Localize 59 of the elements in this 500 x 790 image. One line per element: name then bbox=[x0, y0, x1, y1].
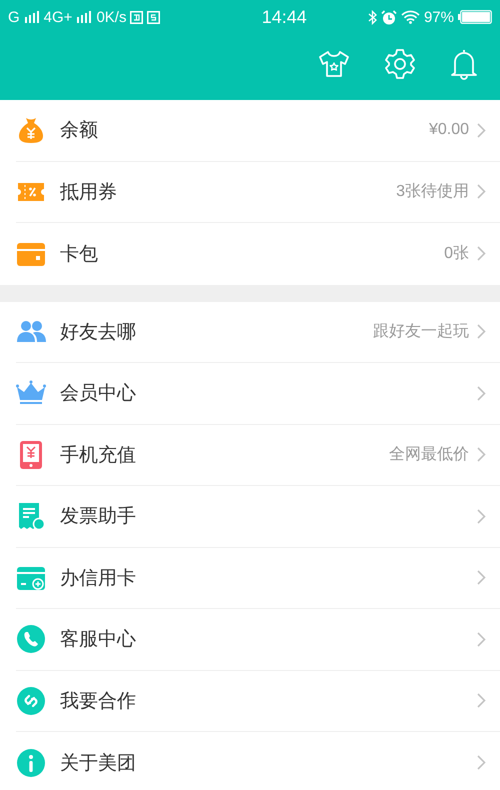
chevron-icon bbox=[477, 246, 486, 262]
menu-label: 我要合作 bbox=[60, 690, 136, 714]
carrier-text: G bbox=[8, 8, 20, 26]
notification-icon bbox=[147, 10, 160, 24]
phone-call-icon bbox=[16, 624, 46, 654]
menu-value: ¥0.00 bbox=[428, 121, 469, 140]
menu-label: 发票助手 bbox=[60, 505, 136, 530]
menu-item[interactable]: 抵用券 3张待使用 bbox=[16, 162, 500, 223]
receipt-icon bbox=[16, 501, 46, 532]
clock-text: 14:44 bbox=[260, 6, 307, 28]
menu-label: 抵用券 bbox=[60, 180, 117, 205]
signal-icon bbox=[24, 11, 40, 23]
bluetooth-icon bbox=[368, 10, 377, 24]
chevron-icon bbox=[477, 693, 486, 708]
menu-label: 余额 bbox=[60, 119, 98, 144]
battery-icon bbox=[458, 10, 492, 24]
menu-label: 好友去哪 bbox=[60, 320, 136, 345]
menu-label: 客服中心 bbox=[60, 628, 136, 652]
menu-item[interactable]: 手机充值 全网最低价 bbox=[16, 424, 500, 486]
menu-label: 办信用卡 bbox=[60, 566, 136, 591]
menu-item[interactable]: 会员中心 bbox=[16, 363, 500, 424]
menu-item[interactable]: 卡包 0张 bbox=[16, 223, 500, 284]
menu-item[interactable]: 余额 ¥0.00 bbox=[16, 100, 500, 162]
chevron-icon bbox=[477, 632, 486, 647]
chevron-icon bbox=[477, 570, 486, 586]
menu-value: 3张待使用 bbox=[396, 182, 469, 202]
money-bag-icon bbox=[16, 115, 46, 146]
menu-label: 关于美团 bbox=[60, 752, 136, 776]
chevron-icon bbox=[477, 508, 486, 524]
chevron-icon bbox=[477, 386, 486, 401]
battery-text: 97% bbox=[424, 8, 454, 26]
signal-icon bbox=[76, 11, 92, 23]
menu-item[interactable]: 客服中心 bbox=[16, 609, 500, 670]
shirt-icon[interactable] bbox=[318, 50, 350, 78]
menu-item[interactable]: 发票助手 bbox=[16, 486, 500, 548]
chevron-icon bbox=[477, 184, 486, 200]
menu-item[interactable]: 办信用卡 bbox=[16, 548, 500, 609]
carrier-text: 4G+ bbox=[44, 8, 72, 26]
chevron-icon bbox=[477, 324, 486, 340]
menu-item[interactable]: 我要合作 bbox=[16, 670, 500, 732]
menu-value: 全网最低价 bbox=[389, 445, 469, 466]
notification-bell-icon[interactable] bbox=[450, 48, 478, 80]
menu-item[interactable]: 关于美团 bbox=[16, 732, 500, 790]
menu-label: 卡包 bbox=[60, 242, 98, 267]
speed-text: 0K/s bbox=[96, 8, 126, 26]
link-icon bbox=[16, 686, 46, 716]
settings-icon[interactable] bbox=[384, 48, 416, 80]
menu-item[interactable]: 好友去哪 跟好友一起玩 bbox=[16, 302, 500, 363]
info-icon bbox=[16, 748, 46, 778]
notification-icon bbox=[130, 10, 144, 24]
menu-value: 0张 bbox=[444, 244, 469, 264]
menu-label: 手机充值 bbox=[60, 444, 136, 468]
chevron-icon bbox=[477, 755, 486, 770]
chevron-icon bbox=[477, 122, 486, 138]
menu-value: 跟好友一起玩 bbox=[373, 322, 469, 342]
menu-label: 会员中心 bbox=[60, 382, 136, 406]
chevron-icon bbox=[477, 447, 486, 462]
wifi-icon bbox=[400, 10, 420, 24]
alarm-icon bbox=[380, 10, 397, 24]
